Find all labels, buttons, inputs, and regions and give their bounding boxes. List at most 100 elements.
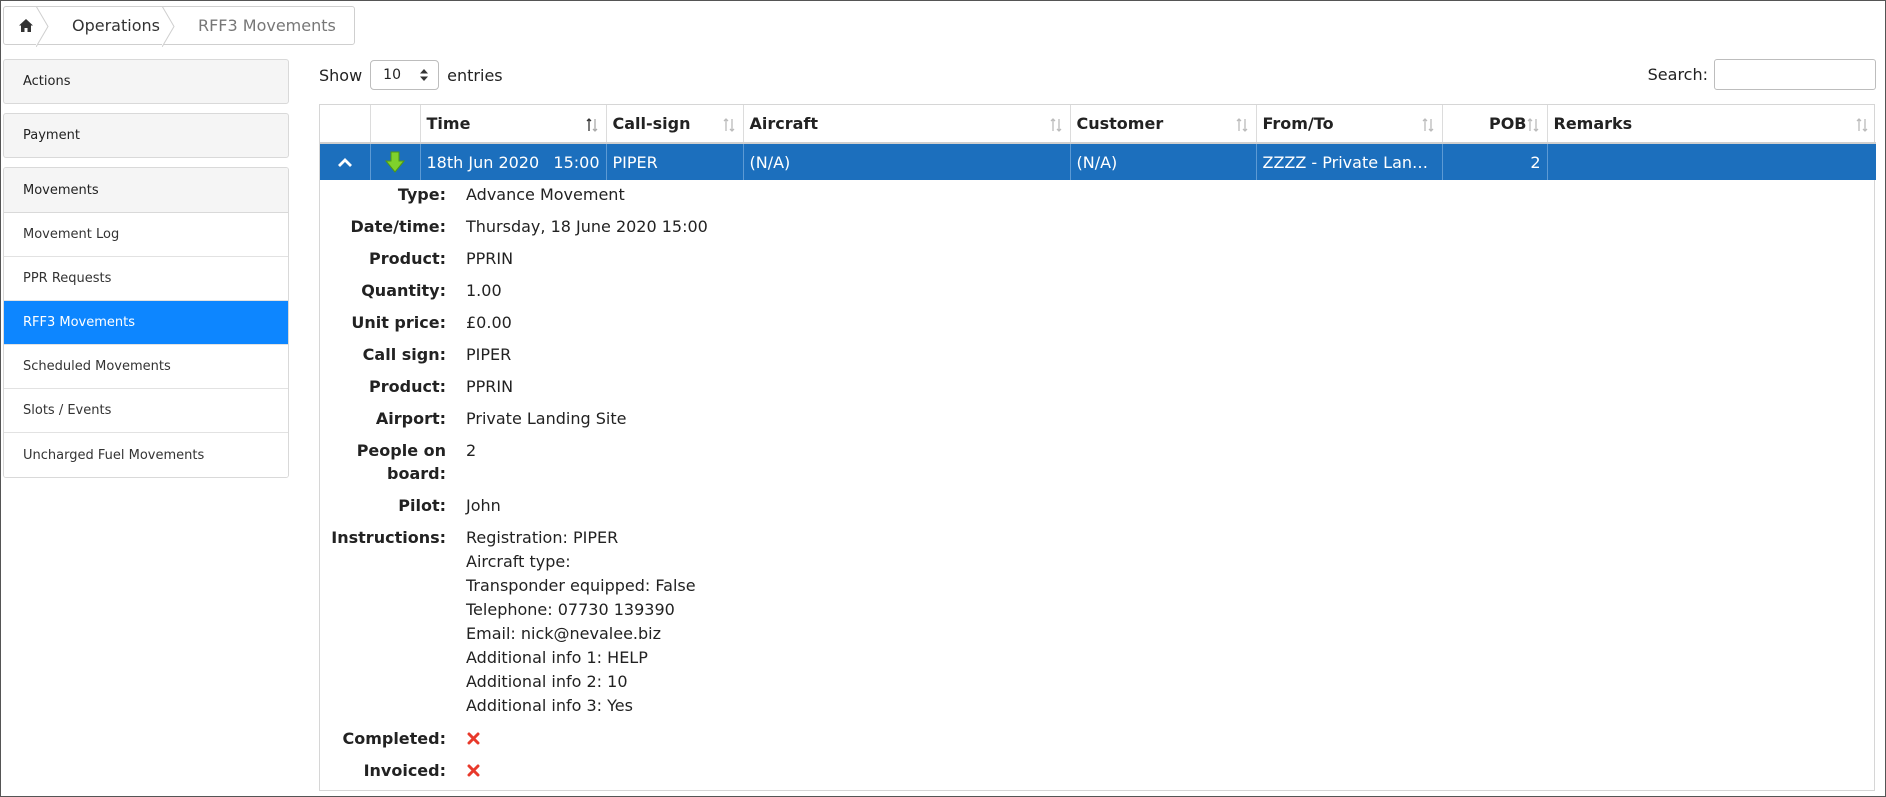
sidebar-item-scheduled-movements[interactable]: Scheduled Movements: [4, 345, 288, 389]
sidebar-group-payment[interactable]: Payment: [3, 113, 289, 158]
detail-label: Unit price:: [351, 313, 446, 332]
sidebar: Actions Payment Movements Movement Log P…: [3, 59, 289, 478]
detail-instructions: Instructions: Registration: PIPER Aircra…: [320, 526, 1874, 718]
detail-value: Thursday, 18 June 2020 15:00: [466, 217, 708, 236]
sidebar-item-label: RFF3 Movements: [23, 315, 136, 330]
sidebar-item-rff3-movements[interactable]: RFF3 Movements: [4, 301, 288, 345]
instruction-line: Transponder equipped: False: [466, 576, 696, 595]
cell-from-to: ZZZZ - Private Landing...: [1256, 143, 1443, 180]
col-label: From/To: [1262, 114, 1334, 133]
sort-icon: [1050, 118, 1061, 132]
col-expand: [320, 105, 371, 144]
detail-label: Invoiced:: [363, 761, 446, 780]
detail-label: Completed:: [342, 729, 446, 748]
select-arrows-icon: [420, 69, 429, 81]
sidebar-item-label: PPR Requests: [23, 271, 112, 286]
col-label: Remarks: [1553, 114, 1633, 133]
direction-cell: [370, 143, 421, 180]
sidebar-item-slots-events[interactable]: Slots / Events: [4, 389, 288, 433]
detail-value: 2: [466, 441, 477, 460]
detail-label: People on board:: [356, 441, 446, 483]
detail-pob: People on board: 2: [320, 439, 1874, 485]
detail-label: Instructions:: [331, 528, 446, 547]
detail-label: Call sign:: [362, 345, 446, 364]
col-from-to[interactable]: From/To: [1256, 105, 1443, 144]
sidebar-item-label: Slots / Events: [23, 403, 112, 418]
col-aircraft[interactable]: Aircraft: [743, 105, 1071, 144]
detail-value: 1.00: [466, 281, 502, 300]
detail-datetime: Date/time: Thursday, 18 June 2020 15:00: [320, 215, 1874, 238]
movement-detail: Type: Advance Movement Date/time: Thursd…: [320, 183, 1874, 791]
detail-product: Product: PPRIN: [320, 247, 1874, 270]
instruction-line: Telephone: 07730 139390: [466, 600, 675, 619]
detail-value: PPRIN: [466, 249, 514, 268]
entries-select[interactable]: 10: [370, 60, 440, 90]
arrow-down-icon: [385, 151, 405, 173]
col-callsign[interactable]: Call-sign: [606, 105, 744, 144]
detail-value: Advance Movement: [466, 185, 625, 204]
cell-pob: 2: [1442, 143, 1548, 180]
breadcrumb-home[interactable]: [4, 6, 49, 47]
entries-select-value: 10: [383, 67, 401, 83]
show-label: Show: [319, 65, 363, 85]
sidebar-group-actions[interactable]: Actions: [3, 59, 289, 104]
instruction-line: Additional info 3: Yes: [466, 696, 633, 715]
table-row[interactable]: 18th Jun 2020 15:00 PIPER (N/A) (N/A) ZZ…: [320, 143, 1876, 180]
chevron-up-icon: [337, 158, 352, 167]
search-control: Search:: [1648, 59, 1876, 90]
detail-airport: Airport: Private Landing Site: [320, 407, 1874, 430]
instruction-line: Additional info 1: HELP: [466, 648, 648, 667]
detail-pilot: Pilot: John: [320, 494, 1874, 517]
cell-hour: 15:00: [553, 152, 600, 172]
sort-icon: [1422, 118, 1433, 132]
sort-icon: [723, 118, 734, 132]
cross-icon: [467, 764, 480, 777]
sort-icon: [1527, 118, 1538, 132]
cell-aircraft: (N/A): [743, 143, 1071, 180]
col-label: POB: [1488, 114, 1527, 133]
search-input[interactable]: [1714, 59, 1876, 90]
entries-control: Show 10 entries: [319, 60, 503, 90]
sidebar-item-uncharged-fuel[interactable]: Uncharged Fuel Movements: [4, 433, 288, 477]
detail-product-2: Product: PPRIN: [320, 375, 1874, 398]
detail-value: Private Landing Site: [466, 409, 627, 428]
instruction-line: Additional info 2: 10: [466, 672, 628, 691]
col-label: Aircraft: [749, 114, 819, 133]
search-label: Search:: [1647, 65, 1708, 84]
breadcrumb-operations-label: Operations: [72, 16, 160, 35]
cell-callsign: PIPER: [606, 143, 744, 180]
breadcrumb: Operations RFF3 Movements: [3, 6, 355, 47]
col-direction: [370, 105, 421, 144]
detail-invoiced: Invoiced:: [320, 759, 1874, 782]
col-time[interactable]: Time: [420, 105, 607, 144]
table-header-row: Time Call-sign Aircraft Customer From/To…: [320, 105, 1876, 144]
detail-value: Registration: PIPER Aircraft type: Trans…: [466, 526, 1874, 718]
col-customer[interactable]: Customer: [1070, 105, 1257, 144]
sidebar-group-movements[interactable]: Movements: [4, 168, 288, 213]
col-remarks[interactable]: Remarks: [1547, 105, 1876, 144]
sidebar-item-ppr-requests[interactable]: PPR Requests: [4, 257, 288, 301]
instruction-line: Registration: PIPER: [466, 528, 619, 547]
detail-label: Product:: [369, 249, 446, 268]
cell-customer: (N/A): [1070, 143, 1257, 180]
sidebar-group-label: Actions: [23, 74, 71, 89]
detail-label: Pilot:: [398, 496, 446, 515]
col-label: Customer: [1076, 114, 1164, 133]
detail-value: PIPER: [466, 345, 512, 364]
detail-label: Quantity:: [361, 281, 446, 300]
entries-label: entries: [447, 65, 503, 85]
breadcrumb-current-label: RFF3 Movements: [197, 16, 336, 35]
collapse-toggle[interactable]: [320, 143, 371, 180]
detail-completed: Completed:: [320, 727, 1874, 750]
sidebar-item-label: Uncharged Fuel Movements: [23, 447, 205, 463]
sort-asc-icon: [586, 118, 597, 132]
detail-type: Type: Advance Movement: [320, 183, 1874, 206]
detail-value: £0.00: [466, 313, 512, 332]
sidebar-item-label: Scheduled Movements: [23, 359, 171, 374]
detail-label: Product:: [369, 377, 446, 396]
breadcrumb-operations[interactable]: Operations: [48, 6, 175, 47]
sort-icon: [1856, 118, 1868, 132]
sidebar-item-movement-log[interactable]: Movement Log: [4, 213, 288, 257]
col-pob[interactable]: POB: [1442, 105, 1548, 144]
detail-label: Type:: [397, 185, 446, 204]
